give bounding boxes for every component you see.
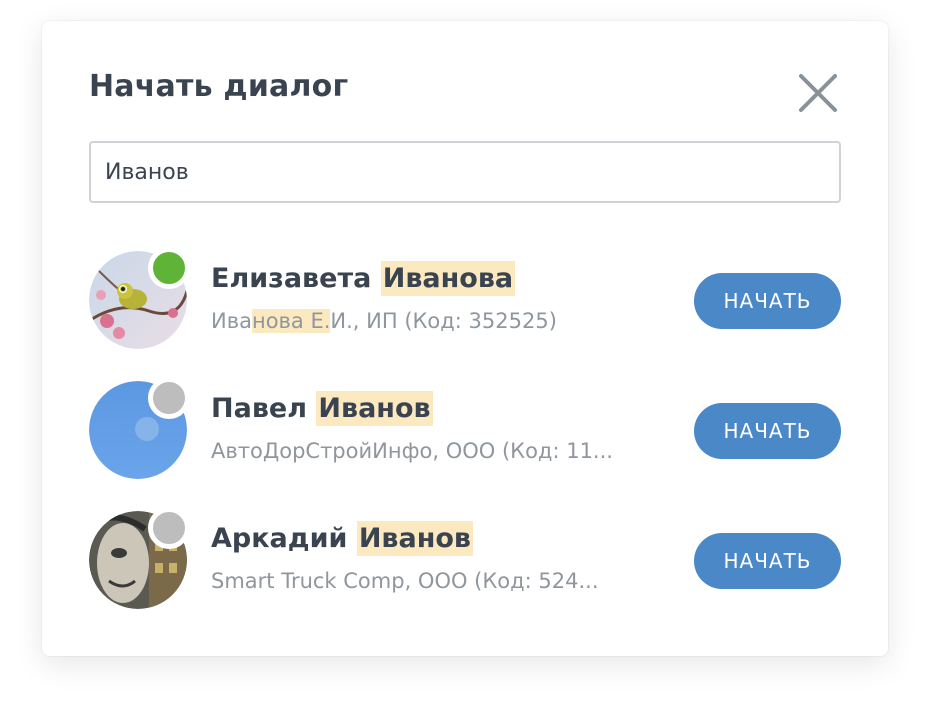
search-input[interactable]	[89, 141, 841, 203]
subtitle-prefix: Ива	[211, 309, 252, 333]
status-offline-dot	[148, 507, 190, 549]
contact-row: Аркадий Иванов Smart Truck Comp, ООО (Ко…	[89, 507, 841, 611]
contact-name: Елизавета Иванова	[211, 261, 516, 296]
close-icon[interactable]	[796, 71, 840, 115]
last-name-highlight: Иванов	[316, 391, 433, 426]
first-name: Аркадий	[211, 523, 348, 554]
status-online-dot	[148, 247, 190, 289]
contact-subtitle: Smart Truck Comp, ООО (Код: 524...	[211, 569, 599, 593]
last-name-highlight: Иванова	[380, 261, 516, 296]
start-dialog-modal: Начать диалог Иванов Елизавета Иванова И…	[42, 21, 888, 656]
contact-name: Аркадий Иванов	[211, 521, 474, 556]
start-button[interactable]: НАЧАТЬ	[694, 273, 841, 329]
dialog-title: Начать диалог	[89, 69, 349, 104]
first-name: Елизавета	[211, 263, 372, 294]
contact-list: Елизавета Иванова Иванова Е.И., ИП (Код:…	[89, 247, 841, 641]
status-offline-dot	[148, 377, 190, 419]
subtitle-highlight: нова Е.	[251, 309, 331, 333]
last-name-highlight: Иванов	[356, 521, 474, 556]
subtitle-suffix: И., ИП (Код: 352525)	[330, 309, 557, 333]
contact-name: Павел Иванов	[211, 391, 433, 426]
start-button[interactable]: НАЧАТЬ	[694, 403, 841, 459]
avatar	[89, 247, 190, 349]
contact-row: Павел Иванов АвтоДорСтройИнфо, ООО (Код:…	[89, 377, 841, 481]
contact-row: Елизавета Иванова Иванова Е.И., ИП (Код:…	[89, 247, 841, 351]
avatar	[89, 377, 190, 479]
start-button[interactable]: НАЧАТЬ	[694, 533, 841, 589]
contact-subtitle: АвтоДорСтройИнфо, ООО (Код: 11...	[211, 439, 613, 463]
first-name: Павел	[211, 393, 307, 424]
contact-subtitle: Иванова Е.И., ИП (Код: 352525)	[211, 309, 557, 333]
avatar	[89, 507, 190, 609]
